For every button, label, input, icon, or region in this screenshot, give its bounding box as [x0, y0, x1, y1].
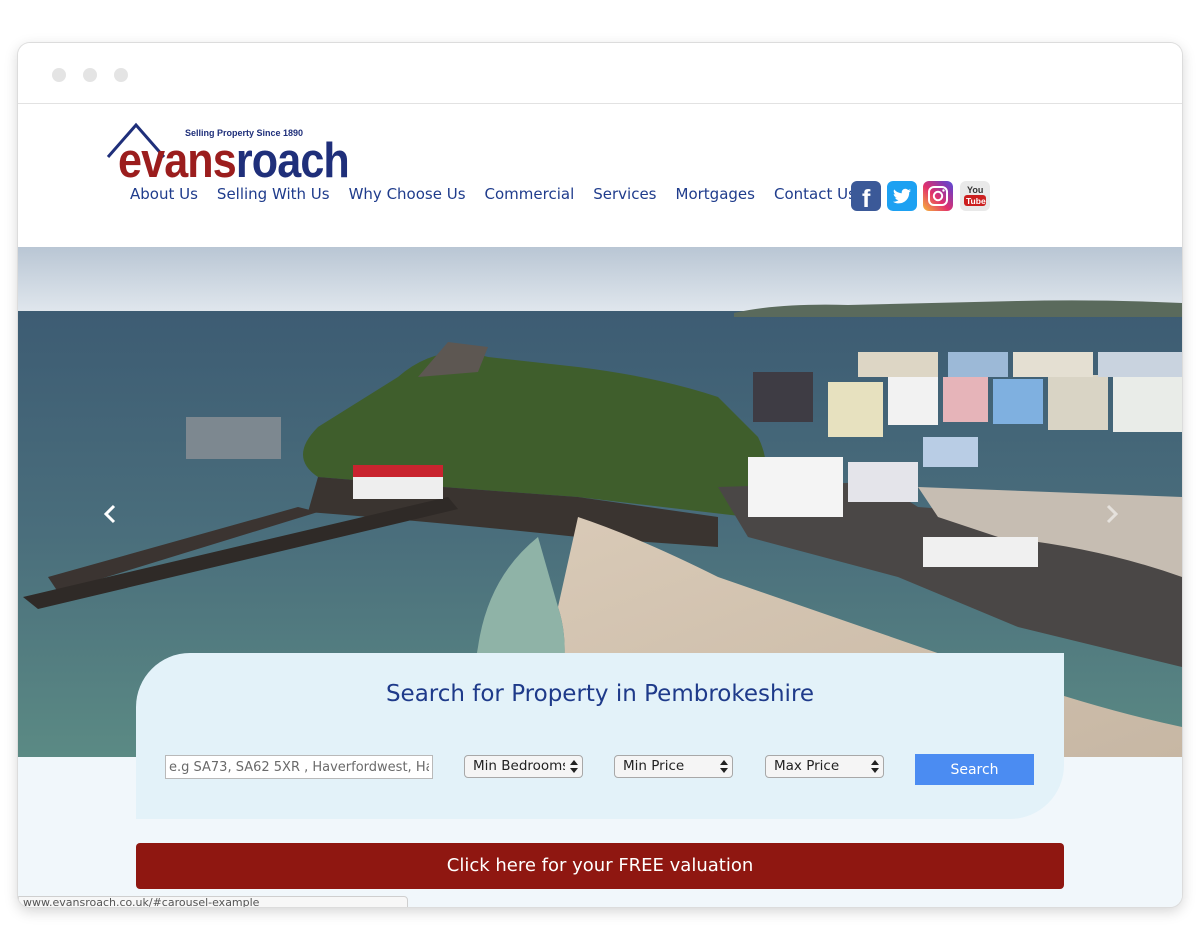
- min-bedrooms-select[interactable]: Min Bedrooms: [464, 755, 583, 778]
- status-bar-url: www.evansroach.co.uk/#carousel-example: [18, 896, 408, 907]
- youtube-icon-you: You: [967, 185, 983, 195]
- min-price-select[interactable]: Min Price: [614, 755, 733, 778]
- window-titlebar: [18, 43, 1182, 104]
- property-search-panel: Search for Property in Pembrokeshire Min…: [136, 653, 1064, 819]
- max-price-select[interactable]: Max Price: [765, 755, 884, 778]
- logo-wordmark-evans: evans: [118, 134, 237, 188]
- select-arrows-icon: [720, 760, 728, 773]
- chevron-left-icon[interactable]: [100, 500, 120, 528]
- nav-selling-with-us[interactable]: Selling With Us: [217, 185, 330, 209]
- youtube-icon[interactable]: You Tube: [960, 181, 990, 211]
- instagram-icon[interactable]: [923, 181, 953, 211]
- nav-mortgages[interactable]: Mortgages: [676, 185, 755, 209]
- main-nav: About Us Selling With Us Why Choose Us C…: [130, 185, 856, 209]
- nav-commercial[interactable]: Commercial: [485, 185, 575, 209]
- site-header: Selling Property Since 1890 evansroach A…: [18, 105, 1182, 247]
- evansroach-logo[interactable]: Selling Property Since 1890 evansroach: [106, 119, 366, 188]
- location-search-input[interactable]: [165, 755, 433, 779]
- nav-about-us[interactable]: About Us: [130, 185, 198, 209]
- logo-wordmark-roach: roach: [235, 134, 350, 188]
- free-valuation-button[interactable]: Click here for your FREE valuation: [136, 843, 1064, 889]
- search-title: Search for Property in Pembrokeshire: [385, 681, 815, 707]
- youtube-icon-tube: Tube: [966, 196, 986, 206]
- min-bedrooms-value: Min Bedrooms: [473, 758, 565, 774]
- logo-wordmark: evansroach: [118, 133, 350, 189]
- window-close-dot[interactable]: [52, 68, 66, 82]
- max-price-value: Max Price: [774, 758, 840, 774]
- nav-why-choose-us[interactable]: Why Choose Us: [349, 185, 466, 209]
- select-arrows-icon: [871, 760, 879, 773]
- nav-contact-us[interactable]: Contact Us: [774, 185, 856, 209]
- min-price-value: Min Price: [623, 758, 685, 774]
- twitter-icon[interactable]: [887, 181, 917, 211]
- browser-window: Selling Property Since 1890 evansroach A…: [18, 43, 1182, 907]
- chevron-right-icon[interactable]: [1102, 500, 1122, 528]
- facebook-icon[interactable]: f: [851, 181, 881, 211]
- window-minimize-dot[interactable]: [83, 68, 97, 82]
- select-arrows-icon: [570, 760, 578, 773]
- search-button[interactable]: Search: [915, 754, 1034, 785]
- nav-services[interactable]: Services: [593, 185, 656, 209]
- facebook-icon-letter: f: [862, 185, 871, 211]
- window-zoom-dot[interactable]: [114, 68, 128, 82]
